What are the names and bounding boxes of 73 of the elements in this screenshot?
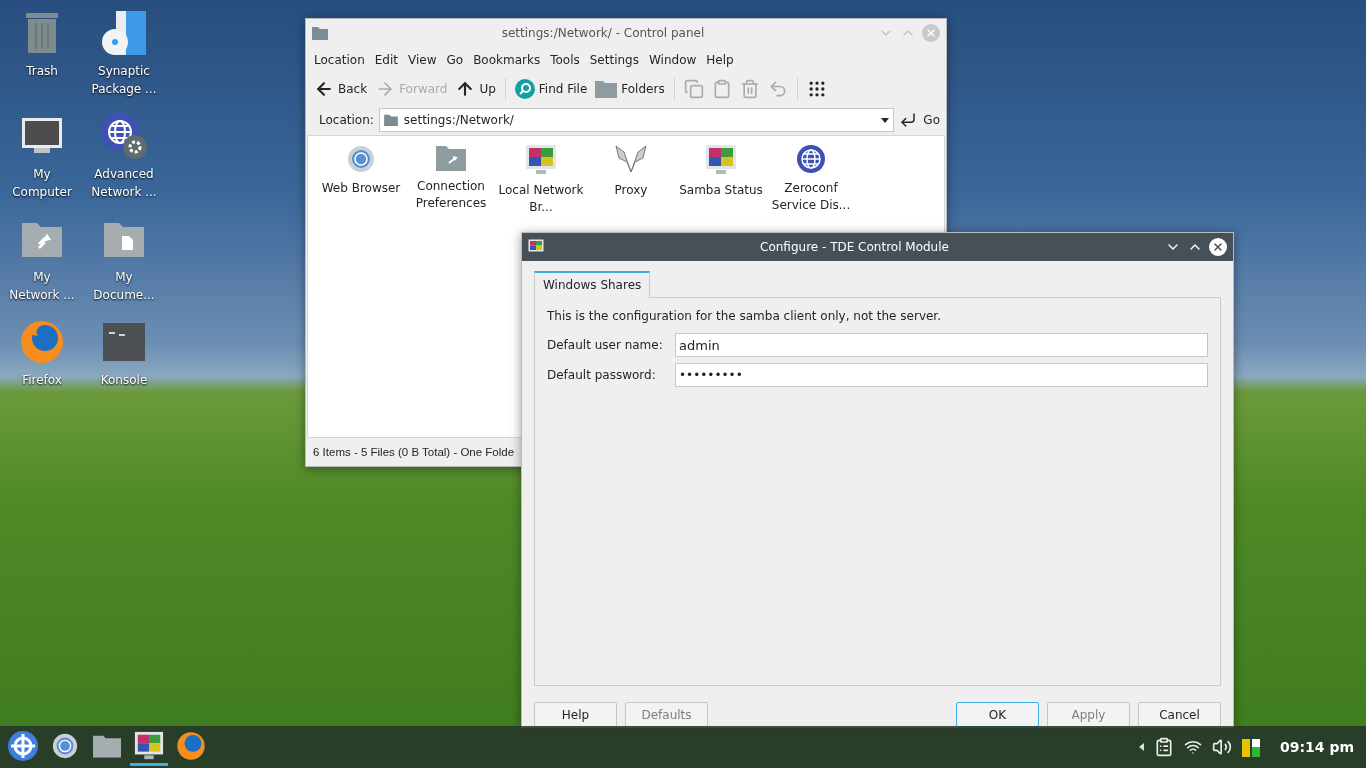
desktop-icon-label[interactable]: Trash (26, 62, 58, 80)
firefox-icon (19, 319, 65, 365)
menu-item[interactable]: Tools (545, 53, 585, 67)
folder-icon (93, 733, 121, 758)
tray-expand-icon[interactable] (1138, 743, 1144, 751)
package-disc-icon (100, 9, 148, 57)
folder-arrows-icon (436, 144, 466, 172)
desktop-icon-label[interactable]: Advanced Network ... (89, 165, 159, 201)
up-button[interactable]: Up (453, 77, 498, 101)
monitor-colors-icon (528, 239, 544, 255)
folder-icon (595, 80, 618, 98)
monitor-colors-icon (705, 144, 737, 176)
menu-item[interactable]: Help (701, 53, 739, 67)
folders-button[interactable]: Folders (593, 78, 667, 100)
close-button[interactable] (1209, 238, 1227, 256)
menu-item[interactable]: Window (643, 53, 702, 67)
menu-item[interactable]: Edit (369, 53, 403, 67)
file-item-label[interactable]: Samba Status (679, 182, 763, 199)
firefox-icon (176, 730, 206, 761)
window-title: settings:/Network/ - Control panel (500, 26, 706, 40)
folder-icon (312, 26, 328, 40)
file-item-label[interactable]: Connection Preferences (408, 178, 494, 212)
location-label: Location: (319, 113, 374, 127)
copy-icon (683, 79, 704, 99)
dialog-button[interactable]: Cancel (1138, 702, 1221, 727)
tab[interactable]: Windows Shares (534, 271, 651, 298)
close-icon (925, 27, 937, 39)
battery-icon[interactable] (1241, 737, 1260, 757)
back-button[interactable]: Back (312, 77, 370, 101)
folder-icon (383, 114, 398, 126)
menu-item[interactable]: Bookmarks (468, 53, 546, 67)
dialog-button[interactable]: OK (956, 702, 1039, 727)
enter-icon (899, 111, 918, 129)
file-item-label[interactable]: Zeroconf Service Dis... (768, 180, 854, 214)
monitor-colors-icon (525, 144, 557, 176)
close-icon (1212, 241, 1224, 253)
field-label: Default password: (547, 368, 657, 382)
desktop-icon-label[interactable]: Synaptic Package ... (89, 62, 159, 98)
description-text: This is the configuration for the samba client only, not the server. (547, 309, 943, 323)
undo-icon (767, 79, 788, 99)
password-field[interactable]: ••••••••• (675, 363, 1208, 387)
globe-icon (796, 144, 826, 174)
monitor-colors-icon (134, 730, 164, 761)
field-label: Default user name: (547, 338, 664, 352)
dialog-button[interactable]: Help (534, 702, 617, 727)
desktop-icon-label[interactable]: My Network ... (7, 268, 77, 304)
trash-icon (24, 11, 60, 55)
desktop-icon-label[interactable]: My Docume... (89, 268, 159, 304)
network-folder-icon (21, 220, 63, 258)
menu-item[interactable]: Settings (584, 53, 644, 67)
menu-item[interactable]: Location (309, 53, 370, 67)
terminal-icon (103, 323, 145, 361)
find-button[interactable]: Find File (512, 77, 590, 101)
go-button[interactable]: Go (899, 111, 940, 129)
location-field[interactable]: settings:/Network/ (378, 108, 895, 132)
document-folder-icon (103, 220, 145, 258)
monitor-icon (21, 117, 63, 155)
trash-icon (739, 79, 760, 99)
volume-icon[interactable] (1211, 737, 1232, 757)
file-item-label[interactable]: Web Browser (321, 180, 401, 197)
menu-item[interactable]: Go (441, 53, 469, 67)
input-field[interactable]: admin (675, 333, 1208, 357)
search-icon (514, 79, 535, 99)
desktop-icon-label[interactable]: My Computer (7, 165, 77, 201)
menu-launcher-icon (7, 729, 39, 762)
file-item-label[interactable]: Proxy (614, 182, 648, 199)
clock: 09:14 pm (1279, 739, 1354, 755)
menu-item[interactable]: View (403, 53, 442, 67)
file-item-label[interactable]: Local Network Br... (498, 182, 584, 216)
dropdown-arrow-icon (881, 117, 890, 123)
status-text: 6 Items - 5 Files (0 B Total) - One Folde (313, 446, 515, 458)
dialog-title: Configure - TDE Control Module (759, 240, 950, 254)
wifi-icon[interactable] (1183, 738, 1202, 756)
